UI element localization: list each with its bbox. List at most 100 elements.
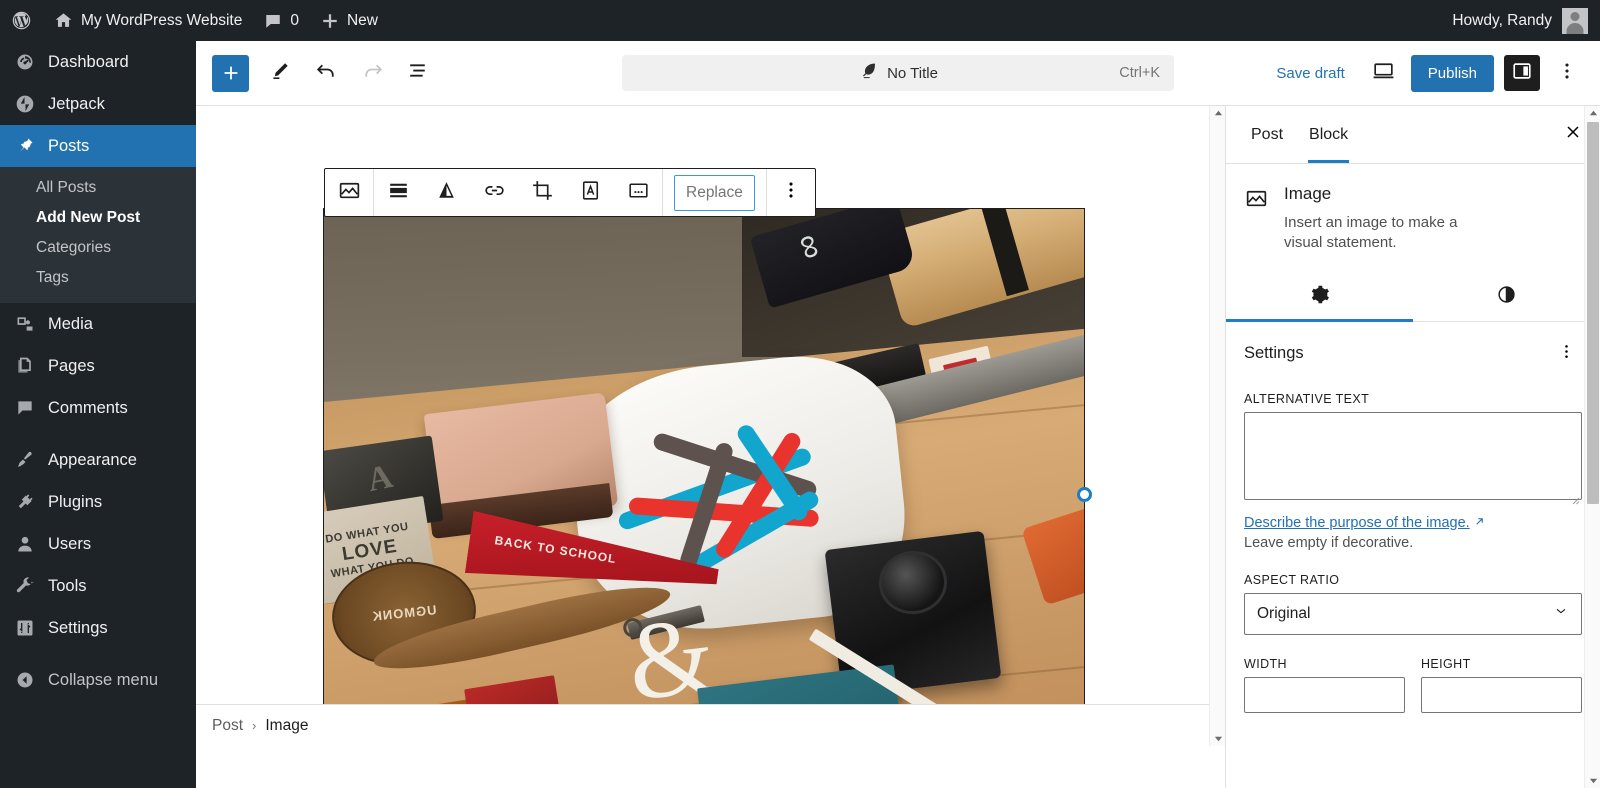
add-block-button[interactable] <box>212 55 249 92</box>
settings-subtabs <box>1226 272 1600 322</box>
site-name-menu[interactable]: My WordPress Website <box>43 0 253 41</box>
close-icon <box>1563 122 1583 147</box>
settings-header-row: Settings <box>1244 338 1582 370</box>
breadcrumb-separator-icon: › <box>252 718 256 733</box>
block-card-text: Image Insert an image to make a visual s… <box>1284 184 1484 254</box>
resize-handle-right[interactable] <box>1077 487 1092 502</box>
undo-icon <box>314 58 339 88</box>
sidebar-item-label: Dashboard <box>48 53 129 72</box>
settings-subtab[interactable] <box>1226 272 1413 321</box>
crop-button[interactable] <box>518 169 566 216</box>
submenu-item-categories[interactable]: Categories <box>0 233 196 263</box>
howdy-label[interactable]: Howdy, Randy <box>1452 12 1562 30</box>
wp-admin-menu: Dashboard Jetpack Posts All Posts Add Ne… <box>0 41 196 788</box>
text-over-image-button[interactable] <box>566 169 614 216</box>
alt-text-help-link[interactable]: Describe the purpose of the image. <box>1244 515 1485 531</box>
breadcrumb-item-post[interactable]: Post <box>212 717 243 735</box>
pages-icon <box>14 356 36 376</box>
alt-text-input[interactable] <box>1244 412 1582 500</box>
wordpress-logo-icon <box>11 10 32 31</box>
tab-post[interactable]: Post <box>1238 106 1296 163</box>
width-input[interactable] <box>1244 677 1405 713</box>
sidebar-item-plugins[interactable]: Plugins <box>0 481 196 523</box>
settings-panel-toggle[interactable] <box>1504 55 1540 91</box>
sidebar-item-media[interactable]: Media <box>0 303 196 345</box>
document-overview-button[interactable] <box>397 52 439 94</box>
new-content-menu[interactable]: New <box>310 0 389 41</box>
image-block[interactable]: DO WHAT YOU LOVE WHAT YOU DO BACK TO SCH… <box>324 209 1084 746</box>
new-label: New <box>347 13 378 29</box>
quill-icon <box>858 61 878 85</box>
canvas-scroll-down-arrow[interactable] <box>1210 731 1226 746</box>
plug-icon <box>14 492 36 512</box>
sidebar-item-label: Settings <box>48 619 108 638</box>
block-more-options-button[interactable] <box>767 169 815 216</box>
sidebar-item-settings[interactable]: Settings <box>0 607 196 649</box>
edit-tool-button[interactable] <box>259 52 301 94</box>
jetpack-icon <box>14 94 36 114</box>
sidebar-item-posts[interactable]: Posts <box>0 125 196 167</box>
three-dots-vertical-icon <box>1556 60 1578 87</box>
align-button[interactable] <box>374 169 422 216</box>
width-label: WIDTH <box>1244 657 1405 671</box>
tab-block[interactable]: Block <box>1296 106 1361 163</box>
aspect-ratio-select[interactable]: Original <box>1244 593 1582 635</box>
sidebar-item-label: Media <box>48 315 93 334</box>
collapse-menu-button[interactable]: Collapse menu <box>0 659 196 701</box>
home-icon <box>54 11 73 30</box>
link-button[interactable] <box>470 169 518 216</box>
sidebar-item-dashboard[interactable]: Dashboard <box>0 41 196 83</box>
caption-button[interactable] <box>614 169 662 216</box>
settings-panel-icon <box>1511 60 1533 87</box>
settings-scrollbar-thumb[interactable] <box>1587 122 1599 504</box>
plus-icon <box>321 12 339 30</box>
settings-tabs: Post Block <box>1226 106 1600 164</box>
submenu-item-add-new-post[interactable]: Add New Post <box>0 203 196 233</box>
submenu-item-tags[interactable]: Tags <box>0 263 196 293</box>
command-bar[interactable]: No Title Ctrl+K <box>622 55 1174 91</box>
comments-count: 0 <box>290 13 299 29</box>
settings-scroll-up-arrow[interactable] <box>1585 106 1600 121</box>
alt-text-help-link-label: Describe the purpose of the image. <box>1244 515 1470 531</box>
image-icon <box>1244 184 1270 254</box>
publish-button[interactable]: Publish <box>1411 55 1494 92</box>
sidebar-item-jetpack[interactable]: Jetpack <box>0 83 196 125</box>
sidebar-item-users[interactable]: Users <box>0 523 196 565</box>
sidebar-item-appearance[interactable]: Appearance <box>0 439 196 481</box>
wp-logo-menu[interactable] <box>0 0 43 41</box>
block-type-image-button[interactable] <box>325 169 373 216</box>
sidebar-item-label: Users <box>48 535 91 554</box>
replace-button[interactable]: Replace <box>674 175 755 211</box>
command-bar-title: No Title <box>887 65 938 82</box>
editor-options-button[interactable] <box>1546 52 1588 94</box>
block-type-group <box>325 169 373 216</box>
editor-canvas[interactable]: Replace <box>196 106 1225 746</box>
transform-button[interactable] <box>422 169 470 216</box>
sidebar-item-pages[interactable]: Pages <box>0 345 196 387</box>
save-draft-button[interactable]: Save draft <box>1264 59 1356 88</box>
styles-subtab[interactable] <box>1413 272 1600 321</box>
height-input[interactable] <box>1421 677 1582 713</box>
canvas-scrollbar[interactable] <box>1209 106 1225 746</box>
undo-button[interactable] <box>305 52 347 94</box>
preview-button[interactable] <box>1363 52 1405 94</box>
breadcrumb-item-image[interactable]: Image <box>265 717 308 735</box>
redo-button[interactable] <box>351 52 393 94</box>
comments-menu[interactable]: 0 <box>253 0 310 41</box>
dashboard-icon <box>14 52 36 72</box>
avatar[interactable] <box>1562 8 1588 34</box>
command-bar-shortcut: Ctrl+K <box>1119 65 1160 81</box>
settings-more-options-button[interactable] <box>1550 338 1582 370</box>
canvas-scroll-up-arrow[interactable] <box>1210 106 1226 121</box>
brush-icon <box>14 450 36 470</box>
aspect-ratio-value: Original <box>1257 605 1310 623</box>
settings-scrollbar[interactable] <box>1584 106 1600 788</box>
settings-scroll-down-arrow[interactable] <box>1585 773 1600 788</box>
triangle-icon <box>434 178 459 208</box>
sidebar-item-tools[interactable]: Tools <box>0 565 196 607</box>
sidebar-item-comments[interactable]: Comments <box>0 387 196 429</box>
submenu-item-all-posts[interactable]: All Posts <box>0 173 196 203</box>
image-block-photo[interactable]: DO WHAT YOU LOVE WHAT YOU DO BACK TO SCH… <box>324 209 1084 746</box>
sidebar-item-label: Posts <box>48 137 89 156</box>
comment-bubble-icon <box>264 12 282 30</box>
